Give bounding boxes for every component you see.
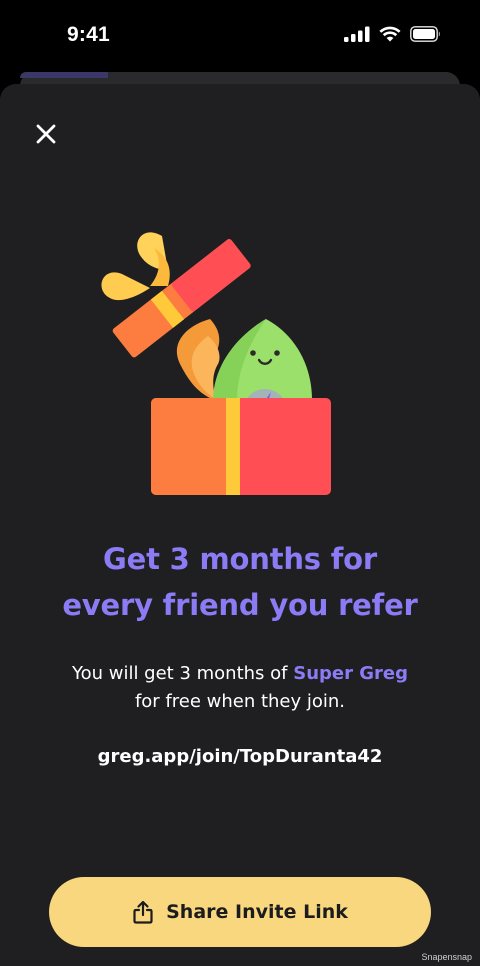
status-bar: 9:41 — [0, 0, 480, 70]
share-icon — [133, 900, 153, 924]
gift-bow — [101, 232, 170, 301]
invite-link[interactable]: greg.app/join/TopDuranta42 — [20, 744, 460, 770]
close-button[interactable] — [26, 114, 66, 154]
status-time: 9:41 — [67, 23, 110, 46]
super-greg-highlight: Super Greg — [293, 663, 408, 684]
headline-line-2: every friend you refer — [62, 588, 418, 622]
status-icons — [344, 26, 442, 42]
close-icon — [36, 124, 56, 144]
referral-sheet: Get 3 months for every friend you refer … — [0, 84, 480, 966]
share-invite-link-button[interactable]: Share Invite Link — [49, 877, 431, 947]
headline: Get 3 months for every friend you refer — [20, 536, 460, 628]
description: You will get 3 months of Super Greg for … — [20, 660, 460, 716]
wifi-icon — [379, 26, 401, 42]
description-line-1: You will get 3 months of Super Greg — [20, 660, 460, 688]
signal-icon — [344, 26, 370, 42]
watermark: Snapensnap — [421, 952, 472, 962]
share-button-label: Share Invite Link — [166, 901, 348, 923]
headline-line-1: Get 3 months for — [103, 542, 377, 576]
description-text: You will get 3 months of — [71, 663, 294, 684]
flame-swoosh — [176, 319, 220, 400]
screen: 9:41 Get 3 months for every friend you r… — [0, 0, 480, 966]
background-progress-bar — [20, 72, 108, 78]
gift-box-body — [151, 398, 331, 495]
battery-icon — [410, 26, 440, 42]
description-line-2: for free when they join. — [134, 691, 346, 712]
